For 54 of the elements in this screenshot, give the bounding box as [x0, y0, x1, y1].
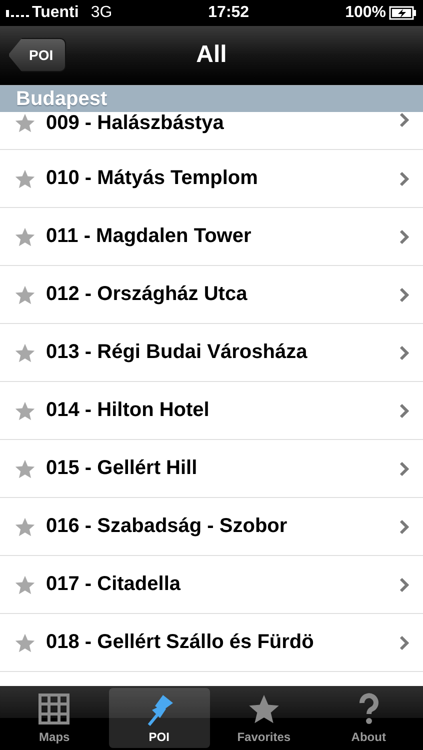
- screen-title: All: [196, 41, 227, 69]
- list-row[interactable]: 015 - Gellért Hill: [0, 440, 423, 498]
- place-name: 013 - Régi Budai Városháza: [46, 341, 308, 364]
- place-name: 011 - Magdalen Tower: [46, 225, 252, 248]
- place-name: 018 - Gellért Szállo és Fürdö: [46, 631, 315, 654]
- list-row[interactable]: 013 - Régi Budai Városháza: [0, 324, 423, 382]
- list-row[interactable]: 010 - Mátyás Templom: [0, 150, 423, 208]
- list-row[interactable]: 011 - Magdalen Tower: [0, 208, 423, 266]
- list-row[interactable]: 018 - Gellért Szállo és Fürdö: [0, 614, 423, 672]
- star-icon[interactable]: [14, 400, 36, 422]
- chevron-icon: [399, 286, 409, 302]
- chevron-icon: [399, 576, 409, 592]
- chevron-icon: [399, 344, 409, 360]
- chevron-icon: [399, 460, 409, 476]
- place-name: 009 - Halászbástya: [46, 112, 225, 135]
- chevron-icon: [399, 634, 409, 650]
- list-row[interactable]: 014 - Hilton Hotel: [0, 382, 423, 440]
- star-icon[interactable]: [14, 458, 36, 480]
- place-name: 015 - Gellért Hill: [46, 457, 198, 480]
- list-row[interactable]: 016 - Szabadság - Szobor: [0, 498, 423, 556]
- tab-bar-item[interactable]: Favorites: [214, 688, 314, 748]
- chevron-icon: [399, 402, 409, 418]
- list-row[interactable]: 017 - Citadella: [0, 556, 423, 614]
- back-button[interactable]: POI: [8, 38, 66, 72]
- star-icon[interactable]: [14, 168, 36, 190]
- chevron-icon: [399, 112, 409, 128]
- map-grid-icon: [36, 692, 72, 726]
- place-name: 014 - Hilton Hotel: [46, 399, 210, 422]
- place-name: 010 - Mátyás Templom: [46, 167, 259, 190]
- section-header: Budapest: [0, 85, 423, 112]
- list-row[interactable]: 009 - Halászbástya: [0, 112, 423, 150]
- battery-percent: 100%: [345, 4, 386, 22]
- star-icon[interactable]: [14, 226, 36, 248]
- star-icon[interactable]: [14, 574, 36, 596]
- battery-charging-icon: [389, 6, 417, 20]
- chevron-icon: [399, 228, 409, 244]
- tab-bar-item[interactable]: Maps: [4, 688, 105, 748]
- network-type: 3G: [90, 4, 112, 22]
- star-icon[interactable]: [14, 284, 36, 306]
- clock-time: 17:52: [208, 4, 250, 21]
- tab-bar-item[interactable]: POI: [108, 688, 210, 748]
- star-icon[interactable]: [14, 342, 36, 364]
- place-name: 016 - Szabadság - Szobor: [46, 515, 288, 538]
- chevron-icon: [399, 170, 409, 186]
- carrier-name: Tuenti: [32, 4, 79, 22]
- tab-bar-item[interactable]: About: [318, 688, 419, 748]
- chevron-icon: [399, 518, 409, 534]
- place-name: 017 - Citadella: [46, 573, 182, 596]
- list-row[interactable]: 012 - Országház Utca: [0, 266, 423, 324]
- star-icon[interactable]: [14, 112, 36, 134]
- signal-icon: [6, 8, 30, 18]
- place-name: 012 - Országház Utca: [46, 283, 248, 306]
- star-icon[interactable]: [14, 632, 36, 654]
- star-icon[interactable]: [14, 516, 36, 538]
